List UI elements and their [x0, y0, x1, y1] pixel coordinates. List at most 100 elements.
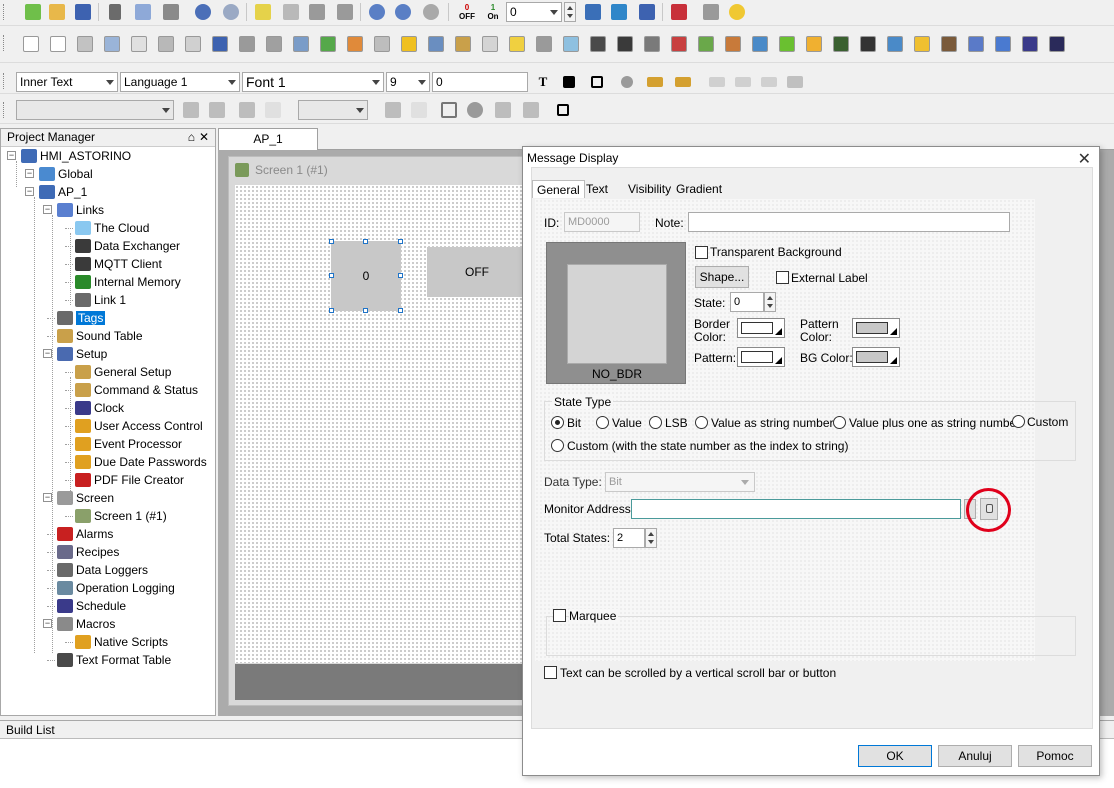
ascii-icon[interactable] — [425, 33, 447, 55]
tree-event-processor[interactable]: Event Processor — [75, 435, 182, 453]
data-type-select[interactable]: Bit — [605, 472, 755, 492]
tree-macros[interactable]: Macros — [57, 615, 115, 633]
save-icon[interactable] — [72, 1, 94, 23]
close-icon[interactable]: ✕ — [199, 129, 209, 146]
new-icon[interactable] — [22, 1, 44, 23]
tree-mqtt-client[interactable]: MQTT Client — [75, 255, 162, 273]
indicator-icon[interactable] — [317, 33, 339, 55]
tree-screen-expander[interactable]: − — [43, 493, 52, 502]
transfer-icon[interactable] — [582, 1, 604, 23]
group-icon[interactable] — [74, 33, 96, 55]
tree-alarms[interactable]: Alarms — [57, 525, 113, 543]
radio-bit[interactable] — [551, 416, 564, 429]
tree-due-date-passwords[interactable]: Due Date Passwords — [75, 453, 207, 471]
copy-format-icon[interactable] — [784, 71, 806, 93]
off-button-widget[interactable]: OFF — [427, 247, 527, 297]
cancel-button[interactable]: Anuluj — [938, 745, 1012, 767]
date-icon[interactable] — [668, 33, 690, 55]
total-states-field[interactable]: 2 — [613, 528, 645, 548]
recipe-icon[interactable] — [722, 33, 744, 55]
align-icon[interactable] — [644, 71, 666, 93]
resize-handle[interactable] — [329, 308, 334, 313]
object-combo[interactable] — [16, 100, 174, 120]
hand-icon[interactable] — [344, 33, 366, 55]
shape-icon[interactable] — [884, 33, 906, 55]
bg-color-swatch[interactable] — [852, 347, 900, 367]
tree-global[interactable]: Global — [39, 165, 93, 183]
grid-icon[interactable] — [182, 33, 204, 55]
tree-text-format-table[interactable]: Text Format Table — [57, 651, 171, 669]
state-field[interactable]: 0 — [730, 292, 764, 312]
size-icon[interactable] — [520, 99, 542, 121]
pattern-color-swatch[interactable] — [852, 318, 900, 338]
layer-combo[interactable] — [298, 100, 368, 120]
font-size-combo[interactable]: 9 — [386, 72, 430, 92]
tree-data-loggers[interactable]: Data Loggers — [57, 561, 148, 579]
ok-button[interactable]: OK — [858, 745, 932, 767]
radio-icon[interactable] — [263, 33, 285, 55]
tree-macros-expander[interactable]: − — [43, 619, 52, 628]
align-middle-icon[interactable] — [672, 71, 694, 93]
undo-icon[interactable] — [192, 1, 214, 23]
pin-icon[interactable]: ⌂ — [188, 129, 195, 146]
tree-screen[interactable]: Screen — [57, 489, 114, 507]
upload-icon[interactable] — [608, 1, 630, 23]
shape-fill-icon[interactable] — [616, 71, 638, 93]
day-icon[interactable] — [695, 33, 717, 55]
frame-arrow-icon[interactable] — [262, 99, 284, 121]
tree-command-status[interactable]: Command & Status — [75, 381, 198, 399]
slider-icon[interactable] — [236, 33, 258, 55]
transparent-background-checkbox[interactable] — [695, 246, 708, 259]
compile-icon[interactable] — [636, 1, 658, 23]
palette-icon[interactable] — [911, 33, 933, 55]
state-spinner[interactable] — [764, 292, 776, 312]
copy-icon[interactable] — [132, 1, 154, 23]
value-input[interactable]: 0 — [432, 72, 528, 92]
circle-tool-icon[interactable] — [464, 99, 486, 121]
pen-icon[interactable] — [382, 99, 404, 121]
screen-canvas[interactable]: 0 OFF — [235, 185, 535, 663]
message-display-widget[interactable]: 0 — [331, 241, 401, 311]
tree-hmi-astorino[interactable]: HMI_ASTORINO — [21, 147, 131, 165]
tree-user-access-control[interactable]: User Access Control — [75, 417, 203, 435]
pen-arrow-icon[interactable] — [408, 99, 430, 121]
open-icon[interactable] — [46, 1, 68, 23]
window-icon[interactable] — [749, 33, 771, 55]
resize-handle[interactable] — [398, 273, 403, 278]
text-icon[interactable] — [452, 33, 474, 55]
align-center-icon[interactable] — [732, 71, 754, 93]
tree-ap1[interactable]: AP_1 — [39, 183, 87, 201]
help-button[interactable]: Pomoc — [1018, 745, 1092, 767]
external-label-checkbox[interactable] — [776, 271, 789, 284]
bold-button-icon[interactable] — [20, 33, 42, 55]
resize-handle[interactable] — [329, 273, 334, 278]
radio-custom-index[interactable] — [551, 439, 564, 452]
tree-native-scripts[interactable]: Native Scripts — [75, 633, 168, 651]
toolbar-grip[interactable] — [3, 4, 6, 20]
print-icon[interactable] — [492, 99, 514, 121]
toolbar-grip[interactable] — [3, 35, 6, 51]
border-tool-icon[interactable] — [552, 99, 574, 121]
tool-icon[interactable] — [938, 33, 960, 55]
picture-display-icon[interactable] — [803, 33, 825, 55]
numeric-display-icon[interactable] — [209, 33, 231, 55]
lock-icon[interactable] — [700, 1, 722, 23]
resize-handle[interactable] — [398, 308, 403, 313]
film-icon[interactable] — [830, 33, 852, 55]
scroll-checkbox[interactable] — [544, 666, 557, 679]
tree-screen-1[interactable]: Screen 1 (#1) — [75, 507, 167, 525]
resize-handle[interactable] — [398, 239, 403, 244]
border-color-icon[interactable] — [586, 71, 608, 93]
cut-icon[interactable] — [104, 1, 126, 23]
radio-value[interactable] — [596, 416, 609, 429]
tree-icon[interactable] — [290, 33, 312, 55]
tree-setup-expander[interactable]: − — [43, 349, 52, 358]
language-combo[interactable]: Language 1 — [120, 72, 240, 92]
simulate-icon[interactable] — [668, 1, 690, 23]
note-field[interactable] — [688, 212, 1010, 232]
screen-window-title[interactable]: Screen 1 (#1) — [229, 157, 527, 183]
tree-hmi-astorino-expander[interactable]: − — [7, 151, 16, 160]
numeric-input-icon[interactable] — [398, 33, 420, 55]
align-right-icon[interactable] — [758, 71, 780, 93]
message-icon[interactable] — [479, 33, 501, 55]
